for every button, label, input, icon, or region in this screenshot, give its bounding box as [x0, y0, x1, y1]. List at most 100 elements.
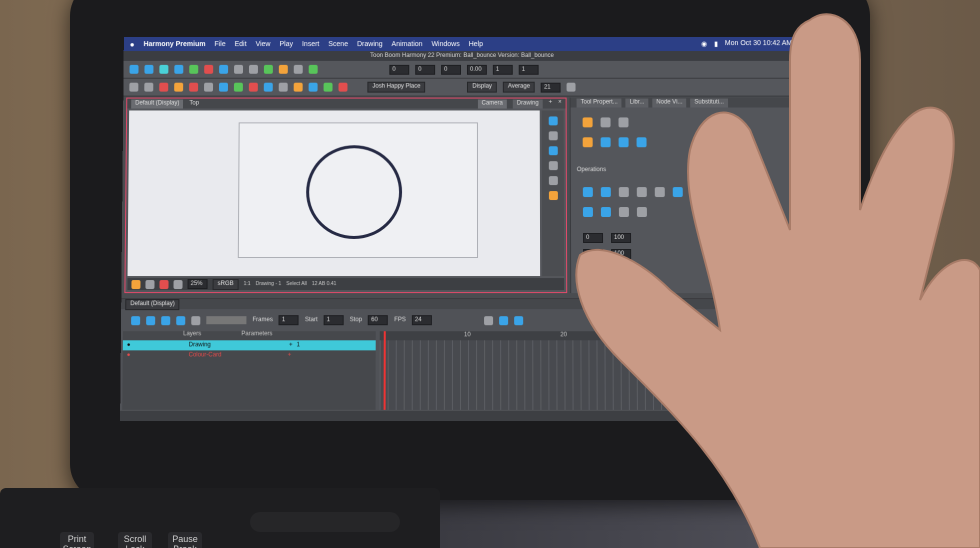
timeline-tool-icon[interactable]: [499, 315, 509, 325]
text-tool-icon[interactable]: [204, 82, 214, 92]
menu-animation[interactable]: Animation: [392, 41, 423, 48]
start-field[interactable]: 1: [323, 315, 344, 326]
flip-icon[interactable]: [600, 187, 611, 198]
add-panel-icon[interactable]: +: [549, 99, 553, 108]
x-field[interactable]: 0: [583, 232, 604, 243]
add-icon[interactable]: +: [289, 342, 293, 348]
playhead[interactable]: [383, 331, 386, 410]
drawing-viewport[interactable]: [127, 110, 541, 277]
y-field[interactable]: 0: [583, 249, 604, 260]
view-icon[interactable]: [548, 176, 558, 186]
toolbar-field[interactable]: 0.00: [466, 64, 487, 75]
eye-icon[interactable]: ●: [127, 352, 131, 358]
preset-dropdown[interactable]: Josh Happy Place: [367, 81, 426, 93]
loop-icon[interactable]: [146, 315, 156, 325]
shape-tool-icon[interactable]: [218, 82, 228, 92]
eraser-tool-icon[interactable]: [189, 82, 199, 92]
tool-icon[interactable]: [308, 82, 318, 92]
pencil-tool-icon[interactable]: [174, 82, 184, 92]
mode-icon[interactable]: [618, 137, 629, 148]
tool-icon[interactable]: [129, 64, 139, 74]
select-tool-icon[interactable]: [129, 82, 139, 92]
volume-slider[interactable]: [206, 316, 247, 325]
view-icon[interactable]: [548, 146, 558, 156]
colorspace-dropdown[interactable]: sRGB: [212, 278, 239, 290]
active-tool-icon[interactable]: [293, 82, 303, 92]
tool-icon[interactable]: [189, 64, 199, 74]
layer-row-drawing[interactable]: ● Drawing + 1: [122, 340, 376, 351]
key-print-screen[interactable]: Print Screen: [60, 532, 94, 548]
operation-icon[interactable]: [672, 187, 683, 198]
tool-icon[interactable]: [174, 64, 184, 74]
tool-icon[interactable]: [323, 82, 333, 92]
mode-icon[interactable]: [582, 137, 593, 148]
tool-icon[interactable]: [278, 64, 288, 74]
view-icon[interactable]: [548, 131, 558, 141]
operation-icon[interactable]: [600, 207, 611, 218]
display-dropdown[interactable]: Default (Display): [131, 99, 184, 108]
menu-insert[interactable]: Insert: [302, 41, 319, 48]
mode-icon[interactable]: [600, 117, 611, 128]
tool-icon[interactable]: [308, 64, 318, 74]
clock[interactable]: Mon Oct 30 10:42 AM: [725, 40, 792, 48]
battery-icon[interactable]: ▮: [714, 40, 718, 48]
frame-ruler[interactable]: 10 20: [379, 331, 802, 341]
stop-field[interactable]: 60: [368, 315, 389, 326]
frames-field[interactable]: 1: [278, 315, 299, 326]
tool-icon[interactable]: [144, 64, 154, 74]
flip-icon[interactable]: [582, 187, 593, 198]
operation-icon[interactable]: [654, 187, 665, 198]
tool-icon[interactable]: [248, 64, 258, 74]
close-icon[interactable]: ×: [558, 99, 562, 108]
key-pause-break[interactable]: Pause Break: [168, 532, 202, 548]
mode-icon[interactable]: [582, 117, 593, 128]
fps-field[interactable]: 24: [411, 315, 432, 326]
tab-drawing[interactable]: Drawing: [512, 99, 543, 108]
timeline-tool-icon[interactable]: [484, 315, 494, 325]
apple-icon[interactable]: ●: [130, 40, 135, 49]
key-scroll-lock[interactable]: Scroll Lock: [118, 532, 152, 548]
status-icon[interactable]: [173, 279, 183, 289]
mode-icon[interactable]: [600, 137, 611, 148]
tool-icon[interactable]: [219, 64, 229, 74]
zoom-field[interactable]: 25%: [187, 279, 208, 290]
tool-icon[interactable]: [159, 64, 169, 74]
menu-help[interactable]: Help: [469, 41, 483, 48]
tab-substitution[interactable]: Substituti...: [690, 98, 729, 108]
light-icon[interactable]: [131, 279, 141, 289]
fill-tool-icon[interactable]: [263, 82, 273, 92]
eye-icon[interactable]: ●: [127, 342, 131, 348]
status-icon[interactable]: [159, 279, 169, 289]
tool-icon[interactable]: [338, 82, 348, 92]
tool-icon[interactable]: [293, 64, 303, 74]
contour-tool-icon[interactable]: [144, 82, 154, 92]
frame-grid[interactable]: 10 20: [379, 331, 802, 410]
ball-circle[interactable]: [305, 145, 403, 239]
operation-icon[interactable]: [582, 207, 593, 218]
size-field[interactable]: 21: [540, 82, 561, 93]
timeline-display-dropdown[interactable]: Default (Display): [125, 298, 180, 310]
toolbar-field[interactable]: 1: [518, 64, 539, 75]
layer-row-colour-card[interactable]: ● Colour-Card +: [123, 350, 376, 360]
tool-icon[interactable]: [263, 64, 273, 74]
play-icon[interactable]: [131, 315, 141, 325]
toolbar-field[interactable]: 0: [389, 64, 410, 75]
add-icon[interactable]: +: [288, 352, 292, 358]
tab-library[interactable]: Libr...: [625, 98, 649, 108]
gear-icon[interactable]: [566, 82, 576, 92]
view-icon[interactable]: [548, 116, 558, 126]
mode-icon[interactable]: [618, 117, 629, 128]
mode-icon[interactable]: [636, 137, 647, 148]
menu-edit[interactable]: Edit: [235, 41, 247, 48]
menu-play[interactable]: Play: [279, 41, 293, 48]
display-dropdown[interactable]: Display: [467, 81, 497, 93]
stop-icon[interactable]: [161, 315, 171, 325]
menu-drawing[interactable]: Drawing: [357, 41, 383, 48]
tab-node-view[interactable]: Node Vi...: [652, 98, 687, 108]
height-field[interactable]: 100: [611, 249, 632, 260]
rotate-icon[interactable]: [636, 187, 647, 198]
view-icon[interactable]: [548, 161, 558, 171]
operation-icon[interactable]: [636, 207, 647, 218]
tool-icon[interactable]: [234, 64, 244, 74]
toolbar-field[interactable]: 0: [415, 64, 436, 75]
